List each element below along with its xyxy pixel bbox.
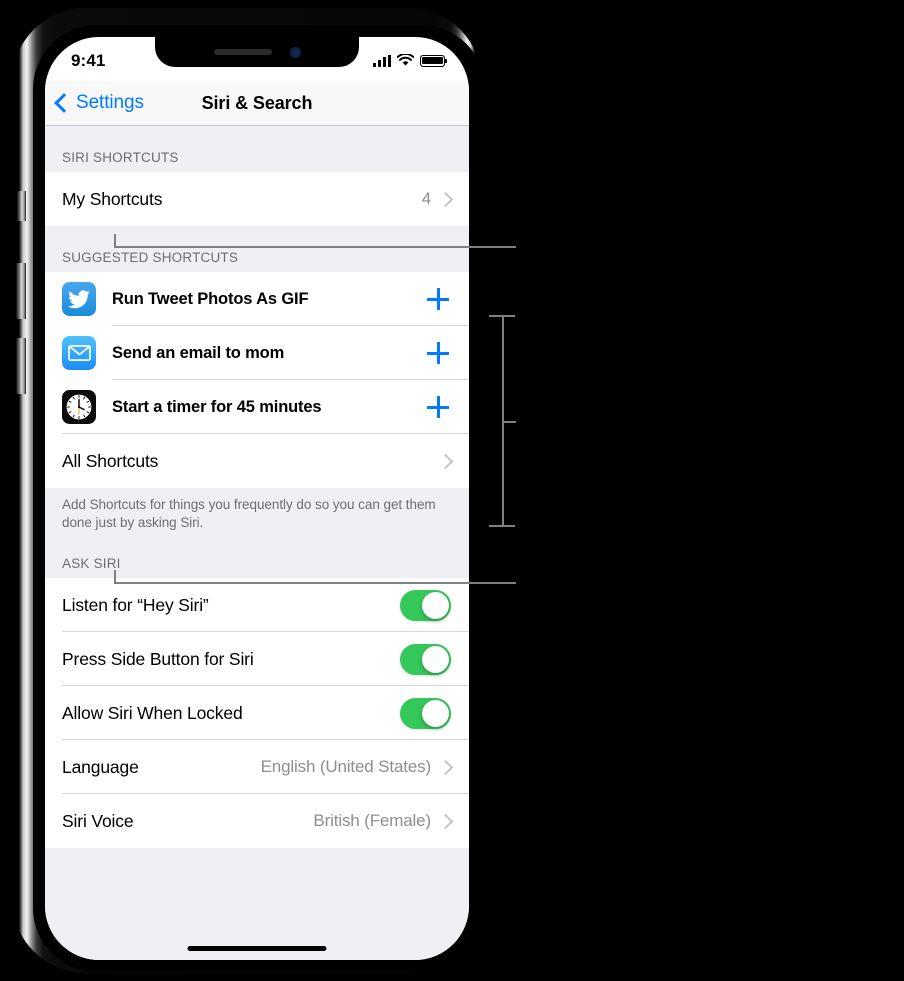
add-shortcut-button[interactable]: [427, 342, 449, 364]
toggle-listen-for-hey-siri[interactable]: [400, 589, 451, 621]
callout-bracket-tick: [502, 421, 516, 423]
row-value-count: 4: [421, 189, 431, 208]
phone-screen: 9:41 Settings Siri & Search SIRI SHORTCU…: [45, 37, 469, 960]
group-siri-shortcuts: My Shortcuts 4: [45, 172, 469, 226]
toggle-knob: [422, 699, 449, 727]
toggle-allow-siri-when-locked[interactable]: [400, 697, 451, 729]
row-allow-siri-when-locked[interactable]: Allow Siri When Locked: [45, 686, 469, 741]
chevron-right-icon: [437, 813, 454, 830]
chevron-right-icon: [437, 453, 454, 469]
row-listen-for-hey-siri[interactable]: Listen for “Hey Siri”: [45, 578, 469, 633]
section-header-ask-siri: ASK SIRI: [45, 532, 469, 579]
callout-line-my-shortcuts: [114, 246, 516, 248]
row-label: Allow Siri When Locked: [62, 702, 243, 723]
silent-switch-button[interactable]: [17, 191, 26, 221]
row-send-an-email-to-mom[interactable]: Send an email to mom: [45, 326, 469, 380]
group-ask-siri: Listen for “Hey Siri” Press Side Button …: [45, 578, 469, 849]
section-header-suggested-shortcuts: SUGGESTED SHORTCUTS: [45, 226, 469, 272]
settings-list[interactable]: SIRI SHORTCUTS My Shortcuts 4 SUGGESTED …: [45, 126, 469, 960]
section-footer-suggested-shortcuts: Add Shortcuts for things you frequently …: [45, 488, 469, 533]
volume-down-button[interactable]: [16, 338, 26, 394]
callout-line-all-shortcuts: [114, 582, 516, 584]
row-value-language: English (United States): [260, 757, 432, 777]
home-indicator[interactable]: [187, 946, 327, 951]
volume-up-button[interactable]: [16, 263, 26, 319]
page-title: Siri & Search: [201, 92, 313, 113]
front-camera-icon: [289, 46, 301, 58]
row-start-a-timer-for-45-minutes[interactable]: Start a timer for 45 minutes: [45, 380, 469, 434]
toggle-knob: [422, 591, 449, 619]
status-indicators: [373, 54, 448, 67]
toggle-press-side-button-for-siri[interactable]: [400, 643, 451, 675]
row-press-side-button-for-siri[interactable]: Press Side Button for Siri: [45, 632, 469, 687]
row-siri-voice[interactable]: Siri Voice British (Female): [45, 794, 469, 849]
chevron-right-icon: [437, 191, 454, 207]
row-label: All Shortcuts: [62, 450, 159, 471]
add-shortcut-button[interactable]: [427, 396, 449, 418]
cellular-signal-icon: [373, 54, 391, 67]
phone-device-frame: 9:41 Settings Siri & Search SIRI SHORTCU…: [12, 8, 485, 973]
section-header-siri-shortcuts: SIRI SHORTCUTS: [45, 126, 469, 172]
row-label: Press Side Button for Siri: [62, 648, 254, 669]
row-run-tweet-photos-as-gif[interactable]: Run Tweet Photos As GIF: [45, 272, 469, 326]
row-label: Language: [62, 756, 139, 777]
mail-icon: [62, 336, 96, 370]
chevron-right-icon: [437, 759, 454, 776]
device-notch: [155, 37, 359, 67]
toggle-knob: [422, 645, 449, 673]
row-label: Send an email to mom: [112, 343, 285, 362]
add-shortcut-button[interactable]: [427, 288, 449, 310]
row-label: Start a timer for 45 minutes: [112, 397, 322, 416]
row-label: Siri Voice: [62, 810, 134, 831]
row-label: My Shortcuts: [62, 188, 163, 209]
row-label: Run Tweet Photos As GIF: [112, 289, 309, 308]
clock-icon: [62, 390, 96, 424]
row-all-shortcuts[interactable]: All Shortcuts: [45, 434, 469, 488]
group-suggested-shortcuts: Run Tweet Photos As GIF Send an email to…: [45, 272, 469, 488]
battery-icon: [420, 54, 448, 67]
row-my-shortcuts[interactable]: My Shortcuts 4: [45, 172, 469, 226]
navigation-bar: Settings Siri & Search: [45, 81, 469, 126]
speaker-grille-icon: [213, 49, 272, 55]
callout-bracket-bottom: [489, 525, 515, 527]
wifi-icon: [397, 54, 414, 66]
row-label: Listen for “Hey Siri”: [62, 594, 209, 615]
status-time: 9:41: [71, 50, 106, 70]
twitter-icon: [62, 282, 96, 316]
row-language[interactable]: Language English (United States): [45, 740, 469, 795]
row-value-siri-voice: British (Female): [313, 811, 431, 831]
